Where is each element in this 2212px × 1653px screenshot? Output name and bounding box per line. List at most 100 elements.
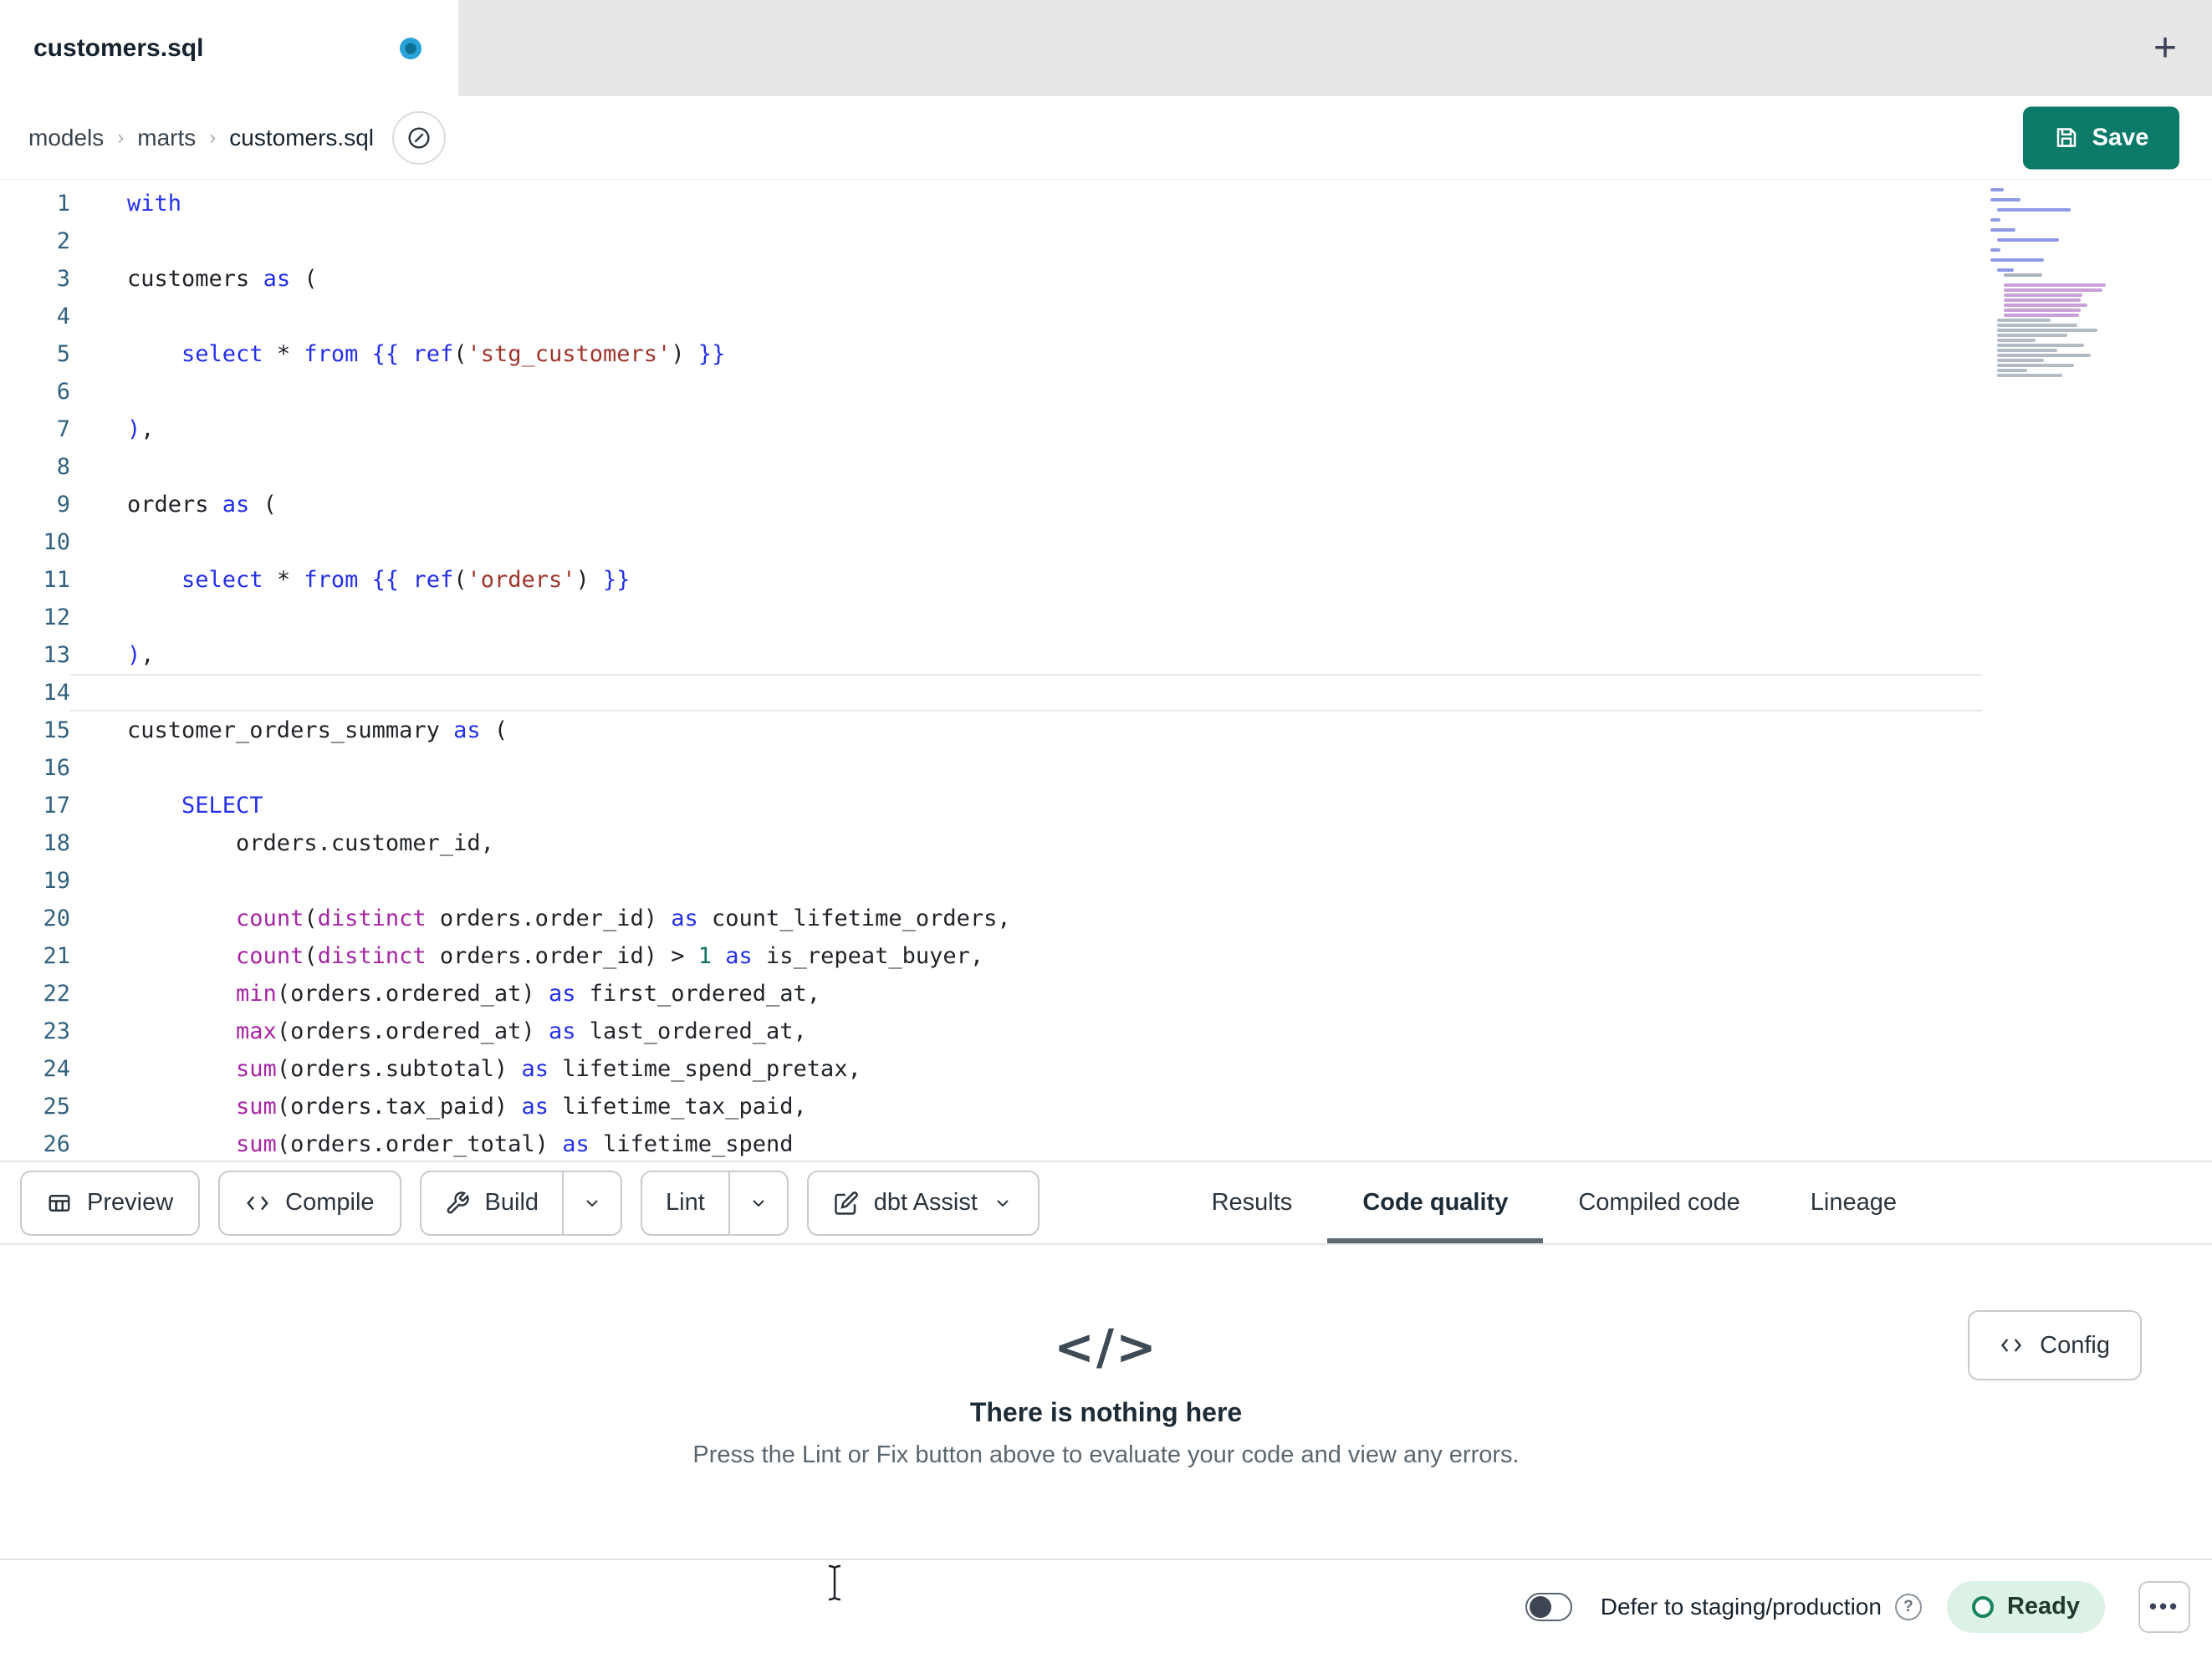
code-text: ), <box>127 416 155 442</box>
preview-label: Preview <box>87 1189 174 1216</box>
line-number: 6 <box>56 379 70 405</box>
code-line[interactable]: 15 customer_orders_summary as ( <box>0 712 2212 749</box>
code-line[interactable]: 24 sum(orders.subtotal) as lifetime_spen… <box>0 1050 2212 1088</box>
text-cursor-pointer <box>824 1564 845 1606</box>
status-bar: Defer to staging/production ? Ready ••• <box>0 1559 2212 1653</box>
save-button[interactable]: Save <box>2023 106 2179 169</box>
line-number: 12 <box>43 605 70 630</box>
code-line[interactable]: 9 orders as ( <box>0 486 2212 523</box>
line-number: 20 <box>43 906 70 931</box>
tab-compiled-code[interactable]: Compiled code <box>1543 1162 1775 1243</box>
code-text: select * from {{ ref('stg_customers') }} <box>181 341 726 367</box>
code-line[interactable]: 7), <box>0 411 2212 448</box>
tab-strip: customers.sql + <box>0 0 2212 96</box>
code-text: with <box>127 191 182 217</box>
code-line[interactable]: 21 count(distinct orders.order_id) > 1 a… <box>0 937 2212 975</box>
dbt-assist-button[interactable]: dbt Assist <box>806 1170 1040 1236</box>
minimap[interactable] <box>1987 180 2112 387</box>
code-line[interactable]: 11 select * from {{ ref('orders') }} <box>0 561 2212 599</box>
help-icon[interactable]: ? <box>1894 1593 1922 1620</box>
code-line[interactable]: 6 <box>0 373 2212 411</box>
line-number: 3 <box>56 266 70 292</box>
code-line[interactable]: 17 SELECT <box>0 787 2212 824</box>
code-line[interactable]: 18 orders.customer_id, <box>0 824 2212 862</box>
code-line[interactable]: 10 <box>0 523 2212 561</box>
code-text: sum(orders.tax_paid) as lifetime_tax_pai… <box>236 1094 807 1120</box>
code-line[interactable]: 25 sum(orders.tax_paid) as lifetime_tax_… <box>0 1088 2212 1125</box>
lint-split-button: Lint <box>641 1170 789 1236</box>
lint-dropdown-button[interactable] <box>728 1171 787 1234</box>
preview-button[interactable]: Preview <box>20 1170 201 1236</box>
line-number: 25 <box>43 1094 70 1120</box>
floppy-disk-icon <box>2054 125 2079 151</box>
code-line[interactable]: 19 <box>0 862 2212 900</box>
code-line[interactable]: 3 customers as ( <box>0 260 2212 298</box>
circle-slash-icon <box>406 125 432 151</box>
breadcrumb-models[interactable]: models <box>28 125 104 151</box>
compile-label: Compile <box>285 1189 375 1216</box>
line-number: 15 <box>43 717 70 743</box>
code-line[interactable]: 13), <box>0 636 2212 674</box>
code-editor[interactable]: 1 with 2 3 customers as (4 5 select * from {{… <box>0 180 2212 1161</box>
line-number: 17 <box>43 793 70 819</box>
lint-label: Lint <box>666 1189 705 1216</box>
build-button[interactable]: Build <box>421 1172 563 1234</box>
square-pencil-icon <box>834 1191 859 1216</box>
code-line[interactable]: 2 <box>0 222 2212 260</box>
lint-button[interactable]: Lint <box>642 1172 728 1234</box>
line-number: 2 <box>56 228 70 254</box>
save-label: Save <box>2092 124 2149 151</box>
code-text: ), <box>127 642 155 668</box>
compile-button[interactable]: Compile <box>218 1170 401 1236</box>
tab-results[interactable]: Results <box>1177 1162 1328 1243</box>
line-number: 13 <box>43 642 70 668</box>
line-number: 7 <box>56 416 70 442</box>
tab-customers-sql[interactable]: customers.sql <box>0 0 458 96</box>
breadcrumb: models › marts › customers.sql Save <box>0 96 2212 180</box>
code-slash-icon: </> <box>1054 1319 1158 1375</box>
line-number: 18 <box>43 830 70 856</box>
tab-code-quality[interactable]: Code quality <box>1327 1162 1543 1243</box>
code-text: select * from {{ ref('orders') }} <box>181 567 631 593</box>
code-line[interactable]: 1 with <box>0 185 2212 222</box>
code-line[interactable]: 23 max(orders.ordered_at) as last_ordere… <box>0 1013 2212 1050</box>
code-line[interactable]: 4 <box>0 298 2212 335</box>
code-line[interactable]: 22 min(orders.ordered_at) as first_order… <box>0 975 2212 1013</box>
editor-toolbar: Preview Compile Build Lint dbt Assist Re… <box>0 1161 2212 1245</box>
build-split-button: Build <box>419 1170 623 1236</box>
breadcrumb-marts[interactable]: marts <box>137 125 196 151</box>
code-line[interactable]: 20 count(distinct orders.order_id) as co… <box>0 900 2212 937</box>
code-text: min(orders.ordered_at) as first_ordered_… <box>236 981 821 1007</box>
ready-label: Ready <box>2006 1593 2080 1620</box>
chevron-down-icon <box>582 1193 602 1213</box>
code-brackets-icon <box>245 1191 270 1216</box>
line-number: 24 <box>43 1056 70 1082</box>
panel-tabs: Results Code quality Compiled code Linea… <box>1177 1162 1932 1243</box>
tab-lineage[interactable]: Lineage <box>1775 1162 1932 1243</box>
code-line[interactable]: 16 <box>0 749 2212 787</box>
code-line[interactable]: 5 select * from {{ ref('stg_customers') … <box>0 335 2212 373</box>
build-label: Build <box>484 1189 539 1216</box>
code-line[interactable]: 26 sum(orders.order_total) as lifetime_s… <box>0 1125 2212 1161</box>
new-tab-button[interactable]: + <box>2153 28 2177 69</box>
unsaved-indicator-dot <box>400 37 421 59</box>
code-line[interactable]: 12 <box>0 599 2212 636</box>
code-line[interactable]: 14 <box>0 674 2212 712</box>
breadcrumb-separator: › <box>117 125 125 149</box>
chevron-down-icon <box>748 1193 769 1213</box>
table-grid-icon <box>47 1191 72 1216</box>
more-options-button[interactable]: ••• <box>2138 1580 2190 1633</box>
defer-toggle[interactable] <box>1525 1592 1572 1621</box>
build-dropdown-button[interactable] <box>562 1171 621 1234</box>
status-badge-ready[interactable]: Ready <box>1946 1580 2105 1633</box>
code-line[interactable]: 8 <box>0 448 2212 486</box>
config-button[interactable]: Config <box>1968 1310 2142 1380</box>
code-text: orders as ( <box>127 492 277 518</box>
line-number: 19 <box>43 868 70 894</box>
file-action-button[interactable] <box>391 110 446 165</box>
code-lines: 1 with 2 3 customers as (4 5 select * from {{… <box>0 185 2212 1161</box>
